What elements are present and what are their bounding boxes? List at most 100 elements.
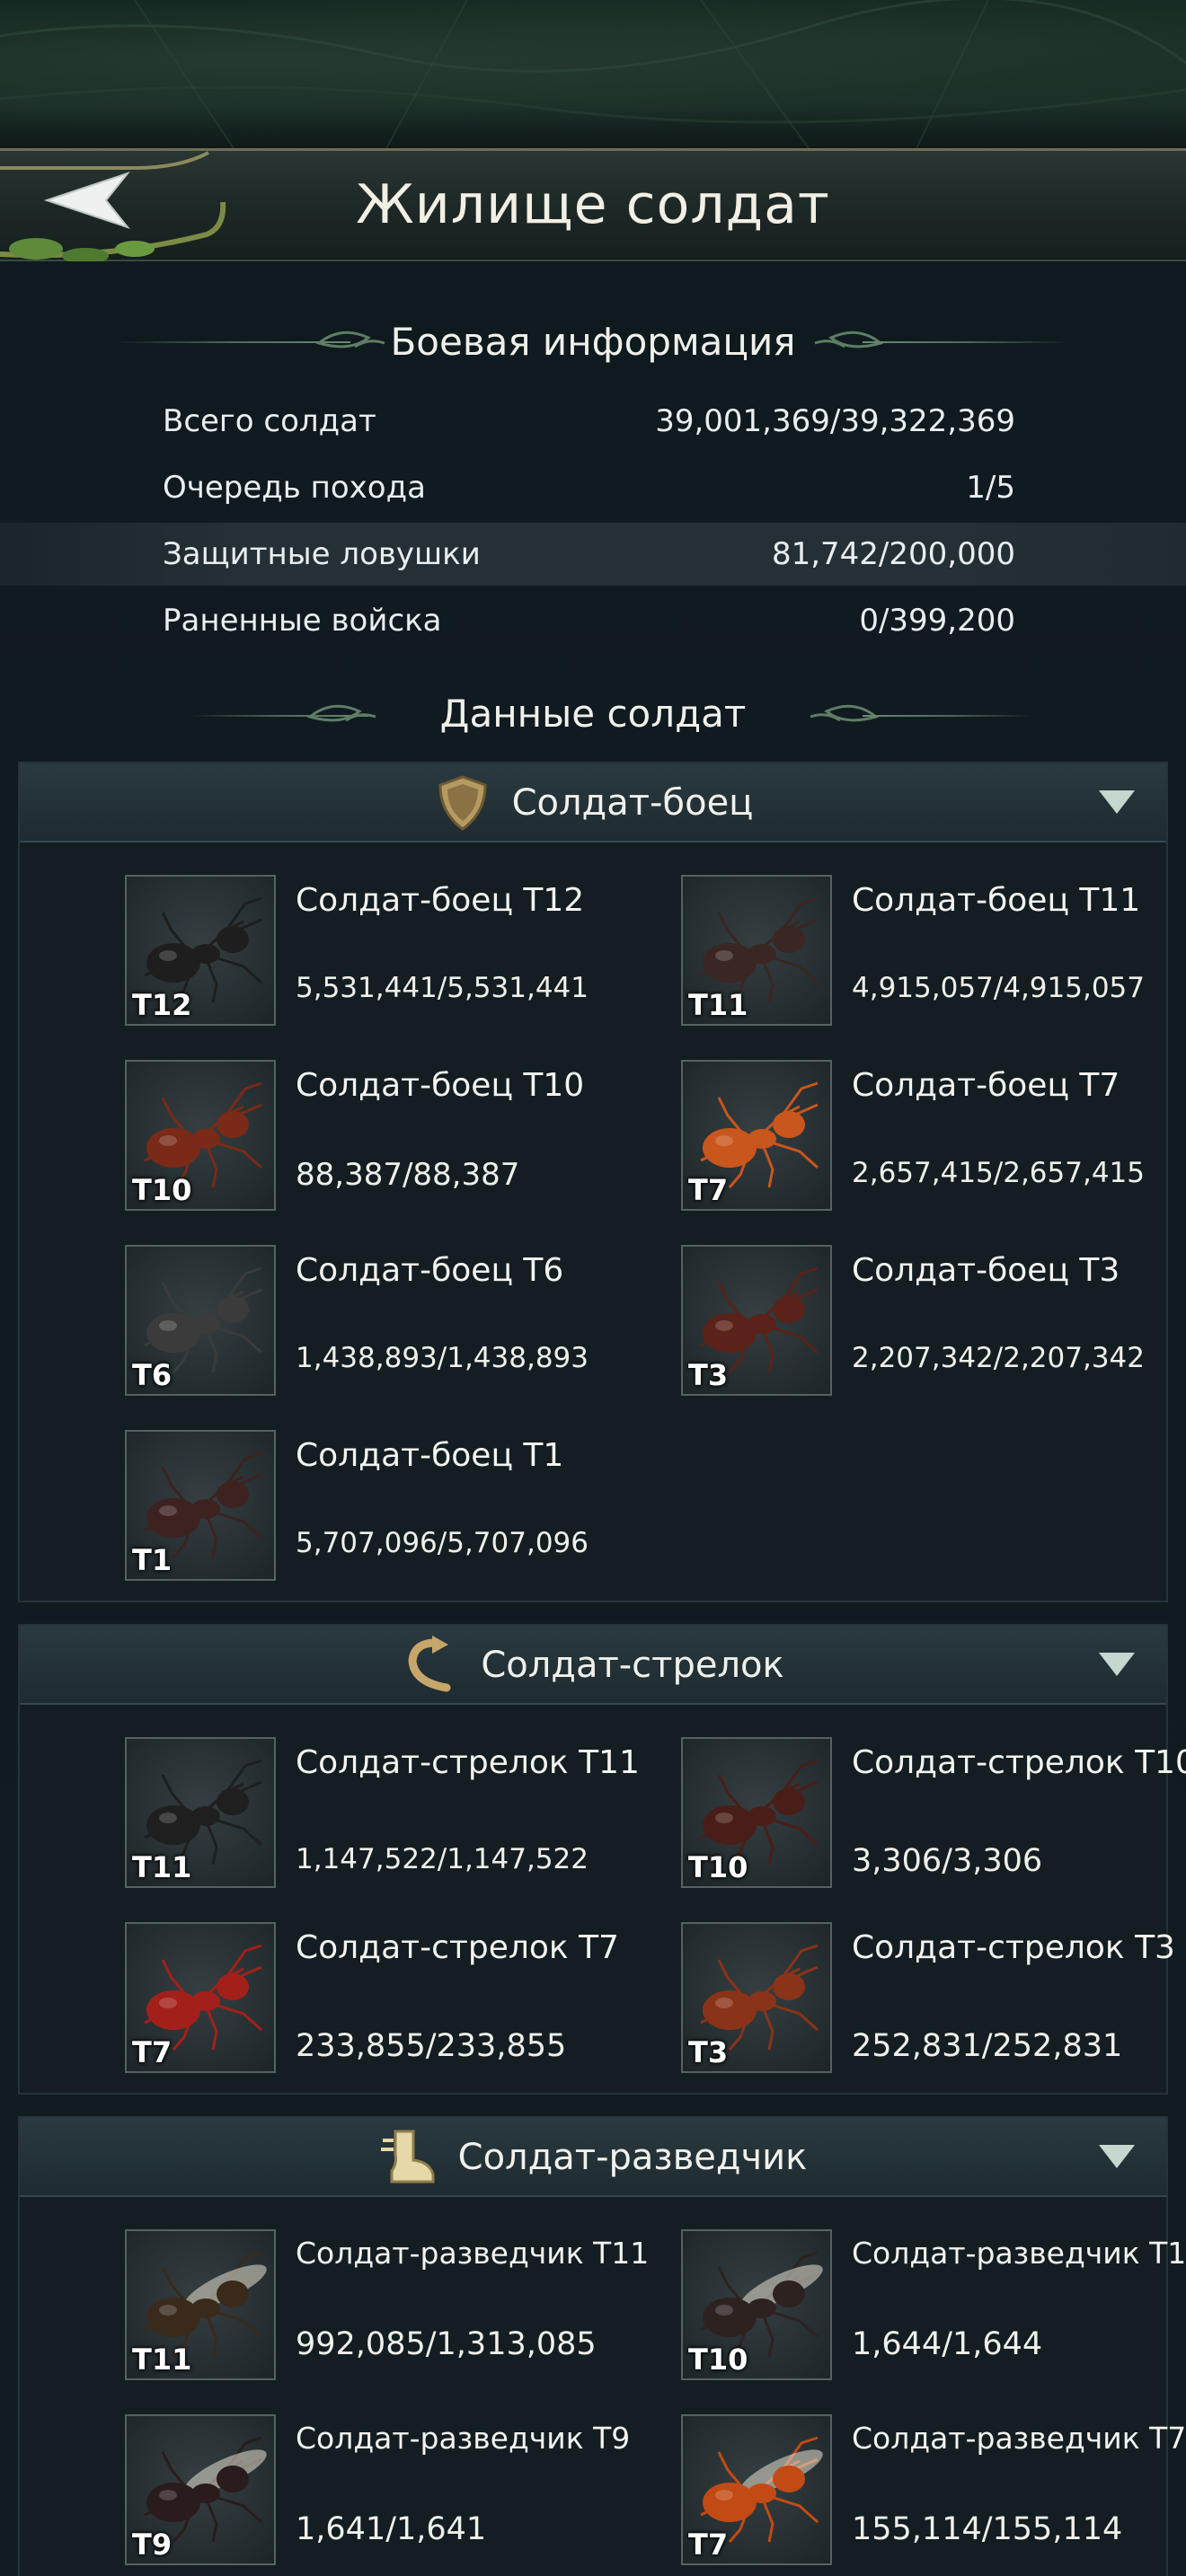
- ornament-line: [863, 341, 1069, 343]
- ant-image: T10: [681, 1737, 832, 1888]
- ornament-line: [863, 715, 1033, 717]
- ant-image: T1: [125, 1430, 276, 1581]
- stat-label: Всего солдат: [163, 403, 376, 439]
- tier-badge: T10: [132, 1173, 192, 1207]
- unit-card[interactable]: T10 Солдат-боец T10 88,387/88,387: [125, 1060, 664, 1213]
- tier-badge: T11: [132, 2342, 192, 2377]
- app-root: Жилище солдат Боевая информация Всего со…: [0, 0, 1186, 2576]
- unit-card[interactable]: T9 Солдат-разведчик T9 1,641/1,641: [125, 2414, 664, 2567]
- ant-image: T12: [125, 875, 276, 1026]
- stat-row-defense-traps: Защитные ловушки 81,742/200,000: [0, 523, 1186, 586]
- stat-value: 39,001,369/39,322,369: [655, 403, 1015, 439]
- soldier-data-title: Данные солдат: [439, 692, 747, 736]
- ant-image: T11: [125, 1737, 276, 1888]
- unit-card[interactable]: T7 Солдат-разведчик T7 155,114/155,114: [681, 2414, 1186, 2567]
- unit-count: 5,707,096/5,707,096: [296, 1527, 589, 1559]
- tier-badge: T1: [132, 1543, 173, 1577]
- tier-badge: T7: [688, 1173, 729, 1207]
- ant-image: T11: [125, 2229, 276, 2380]
- top-leaf-banner: [0, 0, 1186, 148]
- unit-card[interactable]: T10 Солдат-разведчик T10 1,644/1,644: [681, 2229, 1186, 2382]
- unit-count: 233,855/233,855: [296, 2028, 567, 2064]
- category-header-scout[interactable]: Солдат-разведчик: [20, 2118, 1166, 2197]
- stat-value: 0/399,200: [859, 603, 1015, 639]
- unit-name: Солдат-разведчик T10: [852, 2236, 1186, 2271]
- unit-name: Солдат-стрелок T3: [852, 1929, 1175, 1966]
- unit-card[interactable]: T11 Солдат-стрелок T11 1,147,522/1,147,5…: [125, 1737, 664, 1890]
- category-header-fighter[interactable]: Солдат-боец: [20, 763, 1166, 842]
- stat-label: Защитные ловушки: [163, 536, 481, 572]
- unit-name: Солдат-разведчик T7: [852, 2421, 1186, 2456]
- stat-row-march-queue: Очередь похода 1/5: [0, 456, 1186, 519]
- unit-name: Солдат-стрелок T10: [852, 1744, 1186, 1781]
- unit-count: 1,438,893/1,438,893: [296, 1342, 589, 1374]
- stat-value: 1/5: [966, 470, 1015, 506]
- ant-image: T6: [125, 1245, 276, 1396]
- category-panel-scout: Солдат-разведчик T11 Солдат-разведчик T1…: [18, 2116, 1186, 2576]
- tier-badge: T6: [132, 1358, 173, 1392]
- boot-icon: [380, 2130, 435, 2183]
- unit-name: Солдат-стрелок T11: [296, 1744, 640, 1781]
- stat-label: Раненные войска: [163, 603, 442, 639]
- category-header-archer[interactable]: Солдат-стрелок: [20, 1626, 1166, 1705]
- unit-count: 88,387/88,387: [296, 1157, 520, 1193]
- unit-name: Солдат-боец T6: [296, 1252, 564, 1289]
- unit-name: Солдат-боец T12: [296, 882, 585, 919]
- ant-image: T7: [681, 1060, 832, 1211]
- category-title: Солдат-разведчик: [457, 2137, 808, 2178]
- stat-value: 81,742/200,000: [771, 536, 1015, 572]
- chevron-down-icon[interactable]: [1099, 790, 1135, 814]
- unit-card[interactable]: T3 Солдат-боец T3 2,207,342/2,207,342: [681, 1245, 1186, 1398]
- unit-name: Солдат-боец T1: [296, 1437, 564, 1474]
- category-panel-fighter: Солдат-боец T12 Солдат-боец T12 5,531,44…: [18, 762, 1168, 1602]
- tier-badge: T3: [688, 2035, 729, 2069]
- unit-card[interactable]: T3 Солдат-стрелок T3 252,831/252,831: [681, 1922, 1186, 2075]
- stat-label: Очередь похода: [163, 470, 426, 506]
- unit-card[interactable]: T11 Солдат-боец T11 4,915,057/4,915,057: [681, 875, 1186, 1028]
- bow-icon: [408, 1636, 451, 1692]
- tier-badge: T9: [132, 2527, 173, 2562]
- unit-card[interactable]: T7 Солдат-стрелок T7 233,855/233,855: [125, 1922, 664, 2075]
- unit-card[interactable]: T12 Солдат-боец T12 5,531,441/5,531,441: [125, 875, 664, 1028]
- tier-badge: T7: [688, 2527, 729, 2562]
- tier-badge: T3: [688, 1358, 729, 1392]
- unit-count: 4,915,057/4,915,057: [852, 972, 1145, 1004]
- page-title: Жилище солдат: [356, 173, 830, 236]
- category-title: Солдат-стрелок: [481, 1645, 784, 1686]
- unit-name: Солдат-боец T7: [852, 1067, 1120, 1104]
- unit-name: Солдат-боец T11: [852, 882, 1141, 919]
- unit-card[interactable]: T1 Солдат-боец T1 5,707,096/5,707,096: [125, 1430, 664, 1583]
- stat-row-total-soldiers: Всего солдат 39,001,369/39,322,369: [0, 390, 1186, 453]
- tier-badge: T11: [132, 1850, 192, 1884]
- unit-count: 155,114/155,114: [852, 2511, 1123, 2547]
- unit-card[interactable]: T7 Солдат-боец T7 2,657,415/2,657,415: [681, 1060, 1186, 1213]
- tier-badge: T10: [688, 1850, 748, 1884]
- unit-card[interactable]: T6 Солдат-боец T6 1,438,893/1,438,893: [125, 1245, 664, 1398]
- tier-badge: T12: [132, 988, 192, 1022]
- ant-image: T9: [125, 2414, 276, 2565]
- unit-count: 3,306/3,306: [852, 1843, 1043, 1879]
- ant-image: T10: [681, 2229, 832, 2380]
- ant-image: T11: [681, 875, 832, 1026]
- tier-badge: T7: [132, 2035, 173, 2069]
- ant-image: T10: [125, 1060, 276, 1211]
- unit-name: Солдат-боец T3: [852, 1252, 1120, 1289]
- category-panel-archer: Солдат-стрелок T11 Солдат-стрелок T11 1,…: [18, 1624, 1186, 2095]
- unit-count: 1,644/1,644: [852, 2326, 1043, 2362]
- stat-row-wounded-troops: Раненные войска 0/399,200: [0, 589, 1186, 652]
- ant-image: T7: [125, 1922, 276, 2073]
- unit-name: Солдат-стрелок T7: [296, 1929, 619, 1966]
- unit-card[interactable]: T10 Солдат-стрелок T10 3,306/3,306: [681, 1737, 1186, 1890]
- unit-name: Солдат-боец T10: [296, 1067, 585, 1104]
- unit-count: 252,831/252,831: [852, 2028, 1123, 2064]
- unit-count: 5,531,441/5,531,441: [296, 972, 589, 1004]
- unit-card[interactable]: T11 Солдат-разведчик T11 992,085/1,313,0…: [125, 2229, 664, 2382]
- shield-icon: [438, 775, 487, 831]
- tier-badge: T10: [688, 2342, 748, 2377]
- chevron-down-icon[interactable]: [1099, 1653, 1135, 1676]
- ant-image: T7: [681, 2414, 832, 2565]
- chevron-down-icon[interactable]: [1099, 2145, 1135, 2168]
- unit-count: 2,207,342/2,207,342: [852, 1342, 1145, 1374]
- ant-image: T3: [681, 1922, 832, 2073]
- unit-name: Солдат-разведчик T11: [296, 2236, 650, 2271]
